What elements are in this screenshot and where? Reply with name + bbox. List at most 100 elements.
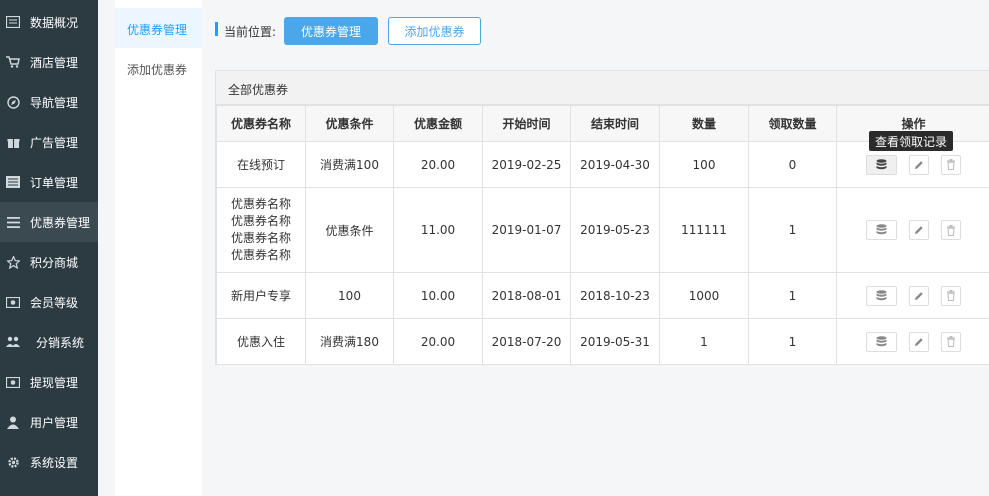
cell-name-line: 优惠券名称 <box>230 231 291 245</box>
cell-actions <box>836 318 989 365</box>
sidebar-item-label: 提现管理 <box>30 376 79 390</box>
sidebar-item-label: 导航管理 <box>30 96 79 110</box>
view-records-button[interactable] <box>866 154 897 175</box>
cell-actions <box>836 272 989 319</box>
cell-claimed: 1 <box>748 318 837 365</box>
submenu-item-add-coupon[interactable]: 添加优惠券 <box>115 48 202 88</box>
cell-start: 2018-08-01 <box>482 272 571 319</box>
cell-quantity: 111111 <box>659 187 749 273</box>
sidebar-item-users[interactable]: 用户管理 <box>0 402 98 442</box>
sidebar-item-dashboard[interactable]: 数据概况 <box>0 2 98 42</box>
view-records-button[interactable] <box>866 331 897 352</box>
main-content: 当前位置: 优惠券管理 添加优惠券 全部优惠券 优惠券名称 优惠条件 优惠金额 … <box>202 0 989 496</box>
database-icon <box>876 335 887 346</box>
sidebar-item-settings[interactable]: 系统设置 <box>0 442 98 482</box>
column-header-end: 结束时间 <box>570 105 660 142</box>
sidebar-item-points-mall[interactable]: 积分商城 <box>0 242 98 282</box>
cell-end: 2018-10-23 <box>570 272 660 319</box>
cell-claimed: 1 <box>748 187 837 273</box>
trash-icon <box>947 290 955 301</box>
cell-condition: 消费满180 <box>305 318 394 365</box>
table-row: 优惠入住 消费满180 20.00 2018-07-20 2019-05-31 … <box>216 318 989 365</box>
view-records-button[interactable] <box>866 220 897 240</box>
delete-button[interactable] <box>941 285 961 306</box>
pencil-icon <box>915 160 923 169</box>
edit-button[interactable] <box>909 285 929 306</box>
star-icon <box>6 255 20 269</box>
cell-name: 新用户专享 <box>216 272 306 319</box>
cell-condition: 消费满100 <box>305 141 394 188</box>
pencil-icon <box>915 291 923 300</box>
edit-button[interactable] <box>909 331 929 352</box>
coupon-management-button[interactable]: 优惠券管理 <box>284 17 378 45</box>
cell-amount: 11.00 <box>393 187 483 273</box>
column-header-name: 优惠券名称 <box>216 105 306 142</box>
cell-quantity: 100 <box>659 141 749 188</box>
cell-condition: 100 <box>305 272 394 319</box>
sidebar-item-hotel[interactable]: 酒店管理 <box>0 42 98 82</box>
sidebar-item-distribution[interactable]: 分销系统 <box>0 322 98 362</box>
menu-icon <box>6 215 20 229</box>
sidebar-item-label: 系统设置 <box>30 456 79 470</box>
column-header-condition: 优惠条件 <box>305 105 394 142</box>
trash-icon <box>947 336 955 347</box>
cell-claimed: 1 <box>748 272 837 319</box>
sidebar-item-coupons[interactable]: 优惠券管理 <box>0 202 98 242</box>
table-row: 优惠券名称 优惠券名称 优惠券名称 优惠券名称 优惠条件 11.00 2019-… <box>216 187 989 273</box>
dashboard-icon <box>6 15 20 29</box>
edit-button[interactable] <box>909 154 929 175</box>
cash-icon <box>6 375 20 389</box>
cell-amount: 20.00 <box>393 141 483 188</box>
cell-name: 优惠券名称 优惠券名称 优惠券名称 优惠券名称 <box>216 187 306 273</box>
cell-start: 2018-07-20 <box>482 318 571 365</box>
database-icon <box>876 224 887 235</box>
view-records-button[interactable] <box>866 285 897 306</box>
delete-button[interactable] <box>941 331 961 352</box>
panel-title: 全部优惠券 <box>228 83 289 97</box>
compass-icon <box>6 95 20 109</box>
column-header-quantity: 数量 <box>659 105 749 142</box>
coupon-panel: 全部优惠券 优惠券名称 优惠条件 优惠金额 开始时间 结束时间 数量 领取数量 … <box>215 70 989 365</box>
sidebar-item-orders[interactable]: 订单管理 <box>0 162 98 202</box>
list-icon <box>6 175 20 189</box>
delete-button[interactable] <box>941 220 961 240</box>
submenu-item-label: 添加优惠券 <box>127 63 188 77</box>
panel-header: 全部优惠券 <box>216 71 989 105</box>
cell-name-line: 优惠券名称 <box>230 248 291 262</box>
submenu-item-coupon-management[interactable]: 优惠券管理 <box>115 8 202 48</box>
sidebar-item-withdraw[interactable]: 提现管理 <box>0 362 98 402</box>
cell-quantity: 1000 <box>659 272 749 319</box>
sidebar-item-label: 积分商城 <box>30 256 79 270</box>
edit-button[interactable] <box>909 220 929 240</box>
cell-name-line: 优惠券名称 <box>230 214 291 228</box>
cell-amount: 20.00 <box>393 318 483 365</box>
view-records-tooltip: 查看领取记录 <box>869 131 953 151</box>
column-header-amount: 优惠金额 <box>393 105 483 142</box>
breadcrumb-label: 当前位置: <box>224 25 277 39</box>
cell-name: 优惠入住 <box>216 318 306 365</box>
sidebar: 数据概况 酒店管理 导航管理 广告管理 订单管理 优惠券管理 积分商城 会员等级… <box>0 0 98 496</box>
submenu: 优惠券管理 添加优惠券 <box>115 0 202 496</box>
cell-amount: 10.00 <box>393 272 483 319</box>
cell-end: 2019-04-30 <box>570 141 660 188</box>
delete-button[interactable] <box>941 154 961 175</box>
cell-quantity: 1 <box>659 318 749 365</box>
users-icon <box>6 335 20 349</box>
trash-icon <box>947 224 955 236</box>
sidebar-item-ads[interactable]: 广告管理 <box>0 122 98 162</box>
cell-actions <box>836 187 989 273</box>
pencil-icon <box>915 226 923 234</box>
cart-icon <box>6 55 20 69</box>
gear-icon <box>6 455 20 469</box>
sidebar-item-label: 会员等级 <box>30 296 79 310</box>
sidebar-item-member-level[interactable]: 会员等级 <box>0 282 98 322</box>
cell-start: 2019-01-07 <box>482 187 571 273</box>
sidebar-item-label: 优惠券管理 <box>30 216 91 230</box>
sidebar-item-label: 订单管理 <box>30 176 79 190</box>
cell-name: 在线预订 <box>216 141 306 188</box>
cell-end: 2019-05-23 <box>570 187 660 273</box>
sidebar-item-navigation[interactable]: 导航管理 <box>0 82 98 122</box>
cell-name-line: 优惠券名称 <box>230 197 291 211</box>
money-icon <box>6 295 20 309</box>
add-coupon-button[interactable]: 添加优惠券 <box>388 17 481 45</box>
